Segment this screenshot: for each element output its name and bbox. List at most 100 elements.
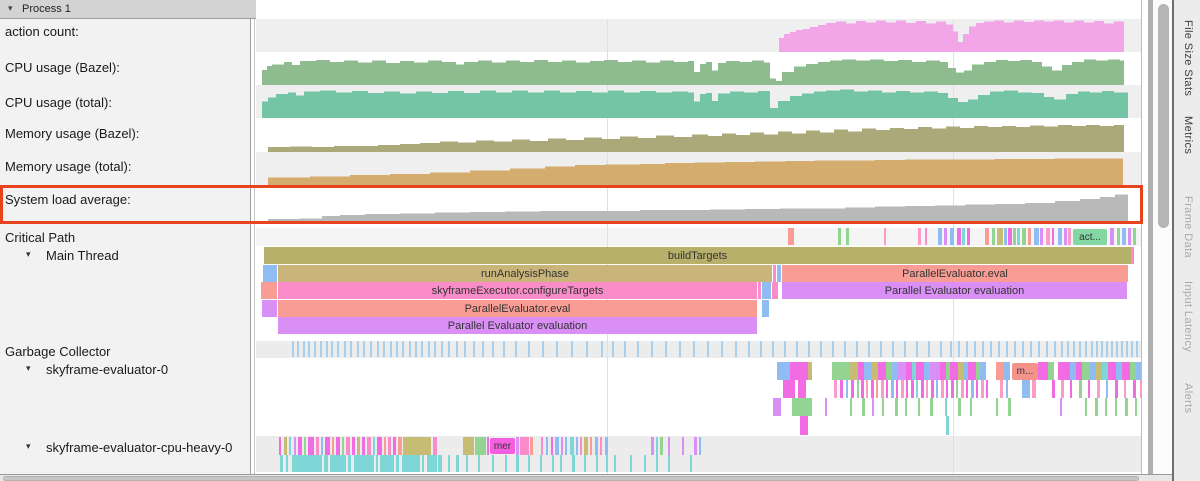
- trace-span[interactable]: ParallelEvaluator.eval: [278, 300, 757, 317]
- horizontal-scrollbar[interactable]: [0, 474, 1172, 481]
- gc-event-tick[interactable]: [784, 341, 786, 357]
- cpu-heavy-row1-event[interactable]: [605, 437, 608, 455]
- critical-path-events-event[interactable]: [1013, 228, 1016, 245]
- gc-event-tick[interactable]: [308, 341, 310, 357]
- skyframe-evaluator-0-row3-event[interactable]: [918, 398, 920, 416]
- cpu-heavy-row1-event[interactable]: [336, 437, 340, 455]
- skyframe-evaluator-0-row2-event[interactable]: [866, 380, 868, 398]
- cpu-heavy-row2-event[interactable]: [606, 455, 608, 472]
- gc-event-tick[interactable]: [832, 341, 834, 357]
- skyframe-evaluator-0-row3-event[interactable]: [862, 398, 865, 416]
- gc-event-tick[interactable]: [1101, 341, 1103, 357]
- gc-event-tick[interactable]: [421, 341, 423, 357]
- skyframe-evaluator-0-row3-event[interactable]: [945, 398, 947, 416]
- trace-span-fragment[interactable]: [762, 300, 769, 317]
- gc-event-tick[interactable]: [586, 341, 588, 357]
- gc-event-tick[interactable]: [396, 341, 398, 357]
- cpu-heavy-row1-event[interactable]: [384, 437, 386, 455]
- cpu-heavy-row1-event[interactable]: [298, 437, 302, 455]
- gc-event-tick[interactable]: [1085, 341, 1087, 357]
- skyframe-evaluator-0-row3-event[interactable]: [773, 398, 781, 416]
- gc-event-tick[interactable]: [297, 341, 299, 357]
- cpu-heavy-row1-event[interactable]: [321, 437, 323, 455]
- cpu-heavy-row2-event[interactable]: [690, 455, 692, 472]
- cpu-heavy-row1-event[interactable]: [393, 437, 396, 455]
- gc-event-tick[interactable]: [377, 341, 379, 357]
- skyframe-evaluator-0-row2-event[interactable]: [926, 380, 928, 398]
- trace-span-fragment[interactable]: [777, 265, 781, 282]
- cpu-heavy-row1-event[interactable]: [367, 437, 371, 455]
- trace-span[interactable]: Parallel Evaluator evaluation: [782, 282, 1127, 299]
- gc-event-tick[interactable]: [1116, 341, 1118, 357]
- skyframe-evaluator-0-row3-event[interactable]: [872, 398, 874, 416]
- skyframe-evaluator-0-row2-event[interactable]: [986, 380, 988, 398]
- skyframe-evaluator-0-row2-event[interactable]: [840, 380, 843, 398]
- gc-event-tick[interactable]: [1079, 341, 1081, 357]
- skyframe-evaluator-0-row2-event[interactable]: [941, 380, 944, 398]
- skyframe-evaluator-0-row2-event[interactable]: [876, 380, 878, 398]
- cpu-heavy-row2-event[interactable]: [540, 455, 542, 472]
- skyframe-evaluator-0-row2-event[interactable]: [1133, 380, 1136, 398]
- skyframe-evaluator-0-row1-event[interactable]: [996, 362, 1004, 380]
- gc-event-tick[interactable]: [990, 341, 992, 357]
- trace-span-fragment[interactable]: [773, 265, 776, 282]
- gc-event-tick[interactable]: [515, 341, 517, 357]
- trace-span-fragment[interactable]: [762, 282, 771, 299]
- critical-path-events-event[interactable]: [957, 228, 961, 245]
- gc-event-tick[interactable]: [571, 341, 573, 357]
- skyframe-evaluator-0-row1-event[interactable]: [1048, 362, 1054, 380]
- gc-event-tick[interactable]: [1131, 341, 1133, 357]
- cpu-heavy-row1-event[interactable]: [668, 437, 670, 455]
- cpu-heavy-row1-event[interactable]: [289, 437, 291, 455]
- critical-path-events-event[interactable]: [992, 228, 995, 245]
- cpu-heavy-row2-event[interactable]: [630, 455, 632, 472]
- cpu-heavy-row1-event[interactable]: [377, 437, 382, 455]
- tab-alerts[interactable]: Alerts: [1182, 383, 1194, 414]
- skyframe-evaluator-0-row2-event[interactable]: [1052, 380, 1055, 398]
- skyframe-evaluator-0-row3-event[interactable]: [882, 398, 884, 416]
- skyframe-evaluator-0-row2-event[interactable]: [851, 380, 854, 398]
- skyframe-evaluator-0-row1-event[interactable]: [808, 362, 812, 380]
- gc-event-tick[interactable]: [357, 341, 359, 357]
- cpu-heavy-row1-event[interactable]: [584, 437, 588, 455]
- gc-event-tick[interactable]: [482, 341, 484, 357]
- skyframe-evaluator-0-row2-event[interactable]: [1106, 380, 1108, 398]
- cpu-heavy-row2-event[interactable]: [422, 455, 424, 472]
- badge-mer[interactable]: mer: [490, 438, 515, 454]
- critical-path-events-event[interactable]: [1110, 228, 1114, 245]
- gc-event-tick[interactable]: [326, 341, 328, 357]
- gc-event-tick[interactable]: [556, 341, 558, 357]
- cpu-heavy-row1-event[interactable]: [595, 437, 598, 455]
- cpu-heavy-row1-event[interactable]: [316, 437, 319, 455]
- gc-event-tick[interactable]: [748, 341, 750, 357]
- skyframe-evaluator-0-row2-event[interactable]: [936, 380, 938, 398]
- cpu-heavy-row2-event[interactable]: [348, 455, 351, 472]
- skyframe-evaluator-0-row1-event[interactable]: [864, 362, 872, 380]
- cpu-heavy-row2-event[interactable]: [280, 455, 283, 472]
- skyframe-evaluator-0-row3-event[interactable]: [1085, 398, 1087, 416]
- gc-event-tick[interactable]: [958, 341, 960, 357]
- gc-event-tick[interactable]: [1073, 341, 1075, 357]
- gc-event-tick[interactable]: [892, 341, 894, 357]
- critical-path-events-event[interactable]: [1122, 228, 1126, 245]
- skyframe-evaluator-0-row2-event[interactable]: [1006, 380, 1008, 398]
- gc-event-tick[interactable]: [448, 341, 450, 357]
- skyframe-evaluator-0-row3-event[interactable]: [996, 398, 998, 416]
- skyframe-evaluator-0-row2-event[interactable]: [861, 380, 864, 398]
- skyframe-evaluator-0-row2-event[interactable]: [906, 380, 908, 398]
- cpu-heavy-row1-event[interactable]: [656, 437, 658, 455]
- gc-event-tick[interactable]: [601, 341, 603, 357]
- cpu-heavy-row2-event[interactable]: [324, 455, 328, 472]
- cpu-heavy-row1-event[interactable]: [403, 437, 431, 455]
- counter-chart-cpu-usage-bazel[interactable]: [256, 52, 1141, 85]
- cpu-heavy-row1-event[interactable]: [580, 437, 582, 455]
- cpu-heavy-row1-event[interactable]: [530, 437, 533, 455]
- skyframe-evaluator-0-row1-event[interactable]: [1004, 362, 1010, 380]
- tab-input-latency[interactable]: Input Latency: [1182, 281, 1194, 352]
- gc-event-tick[interactable]: [966, 341, 968, 357]
- gc-event-tick[interactable]: [928, 341, 930, 357]
- skyframe-evaluator-0-row2-event[interactable]: [921, 380, 924, 398]
- skyframe-evaluator-0-row3-event[interactable]: [1125, 398, 1128, 416]
- skyframe-evaluator-0-row1-event[interactable]: [878, 362, 886, 380]
- cpu-heavy-row1-event[interactable]: [342, 437, 344, 455]
